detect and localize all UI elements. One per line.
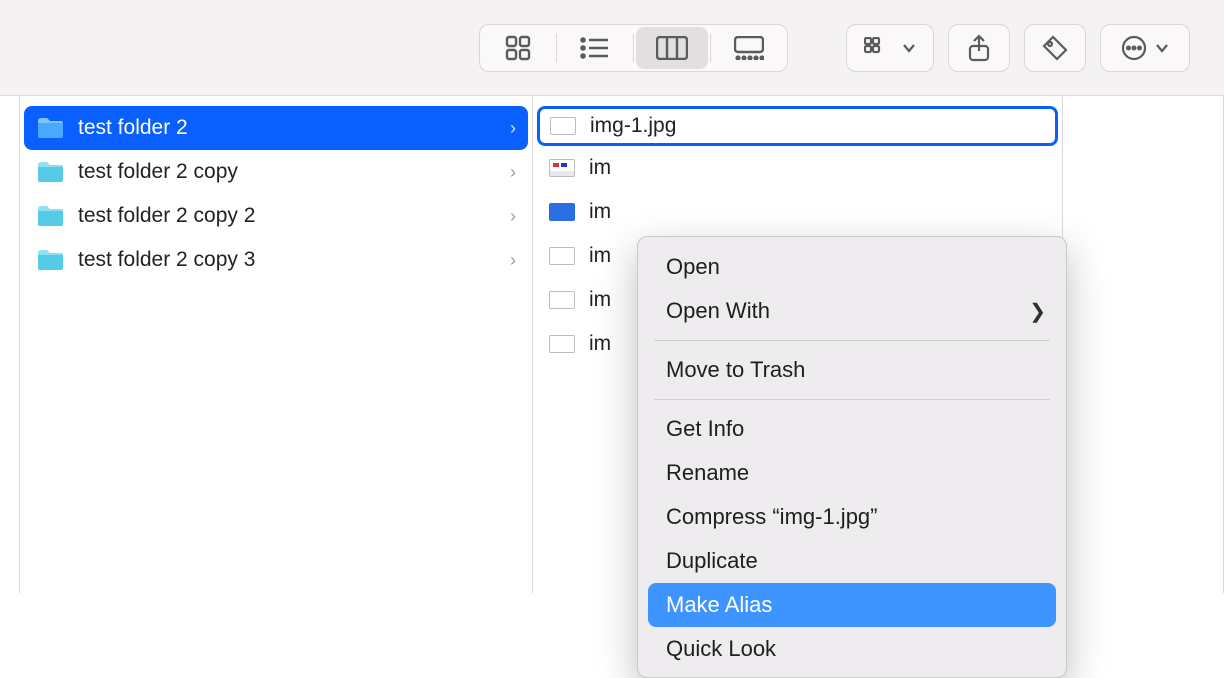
menu-item[interactable]: Get Info <box>638 407 1066 451</box>
file-thumbnail-icon <box>550 117 576 135</box>
file-name: img-1.jpg <box>590 114 1045 138</box>
menu-separator <box>654 340 1050 341</box>
chevron-right-icon: › <box>510 162 516 183</box>
chevron-right-icon: ❯ <box>1029 299 1046 324</box>
menu-item[interactable]: Move to Trash <box>638 348 1066 392</box>
menu-item-label: Open With <box>666 298 1029 324</box>
icon-view-button[interactable] <box>480 25 556 71</box>
file-thumbnail-icon <box>549 247 575 265</box>
file-row[interactable]: im <box>537 190 1058 234</box>
folder-name: test folder 2 <box>78 116 510 140</box>
folder-row[interactable]: test folder 2 copy› <box>24 150 528 194</box>
file-row[interactable]: im <box>537 146 1058 190</box>
file-name: im <box>589 156 1046 180</box>
menu-item-label: Quick Look <box>666 636 1046 662</box>
menu-item[interactable]: Duplicate <box>638 539 1066 583</box>
menu-item-label: Rename <box>666 460 1046 486</box>
menu-item[interactable]: Compress “img-1.jpg” <box>638 495 1066 539</box>
group-by-button[interactable] <box>846 24 934 72</box>
file-thumbnail-icon <box>549 335 575 353</box>
folder-column[interactable]: test folder 2› test folder 2 copy› test … <box>20 96 533 593</box>
gallery-view-button[interactable] <box>711 25 787 71</box>
file-name: im <box>589 200 1046 224</box>
menu-item[interactable]: Open With❯ <box>638 289 1066 333</box>
more-actions-button[interactable] <box>1100 24 1190 72</box>
share-button[interactable] <box>948 24 1010 72</box>
column-browser: test folder 2› test folder 2 copy› test … <box>0 96 1224 593</box>
file-thumbnail-icon <box>549 159 575 177</box>
folder-name: test folder 2 copy 3 <box>78 248 510 272</box>
folder-row[interactable]: test folder 2 copy 3› <box>24 238 528 282</box>
menu-item[interactable]: Quick Look <box>638 627 1066 671</box>
chevron-right-icon: › <box>510 118 516 139</box>
menu-item[interactable]: Rename <box>638 451 1066 495</box>
tags-button[interactable] <box>1024 24 1086 72</box>
chevron-right-icon: › <box>510 250 516 271</box>
menu-separator <box>654 399 1050 400</box>
menu-item-label: Duplicate <box>666 548 1046 574</box>
menu-item-label: Move to Trash <box>666 357 1046 383</box>
menu-item[interactable]: Make Alias <box>648 583 1056 627</box>
folder-row[interactable]: test folder 2 copy 2› <box>24 194 528 238</box>
menu-item[interactable]: Open <box>638 245 1066 289</box>
folder-name: test folder 2 copy <box>78 160 510 184</box>
folder-name: test folder 2 copy 2 <box>78 204 510 228</box>
menu-item-label: Make Alias <box>666 592 1036 618</box>
file-row[interactable]: img-1.jpg <box>537 106 1058 146</box>
menu-item-label: Get Info <box>666 416 1046 442</box>
preview-column <box>1063 96 1224 593</box>
menu-item-label: Compress “img-1.jpg” <box>666 504 1046 530</box>
toolbar <box>0 0 1224 96</box>
menu-item-label: Open <box>666 254 1046 280</box>
folder-row[interactable]: test folder 2› <box>24 106 528 150</box>
chevron-right-icon: › <box>510 206 516 227</box>
column-view-button[interactable] <box>636 27 708 69</box>
context-menu: Open Open With❯ Move to Trash Get Info Renam… <box>637 236 1067 678</box>
separator <box>633 34 634 62</box>
list-view-button[interactable] <box>557 25 633 71</box>
view-switcher <box>479 24 788 72</box>
file-thumbnail-icon <box>549 291 575 309</box>
finder-window: test folder 2› test folder 2 copy› test … <box>0 0 1224 593</box>
file-thumbnail-icon <box>549 203 575 221</box>
